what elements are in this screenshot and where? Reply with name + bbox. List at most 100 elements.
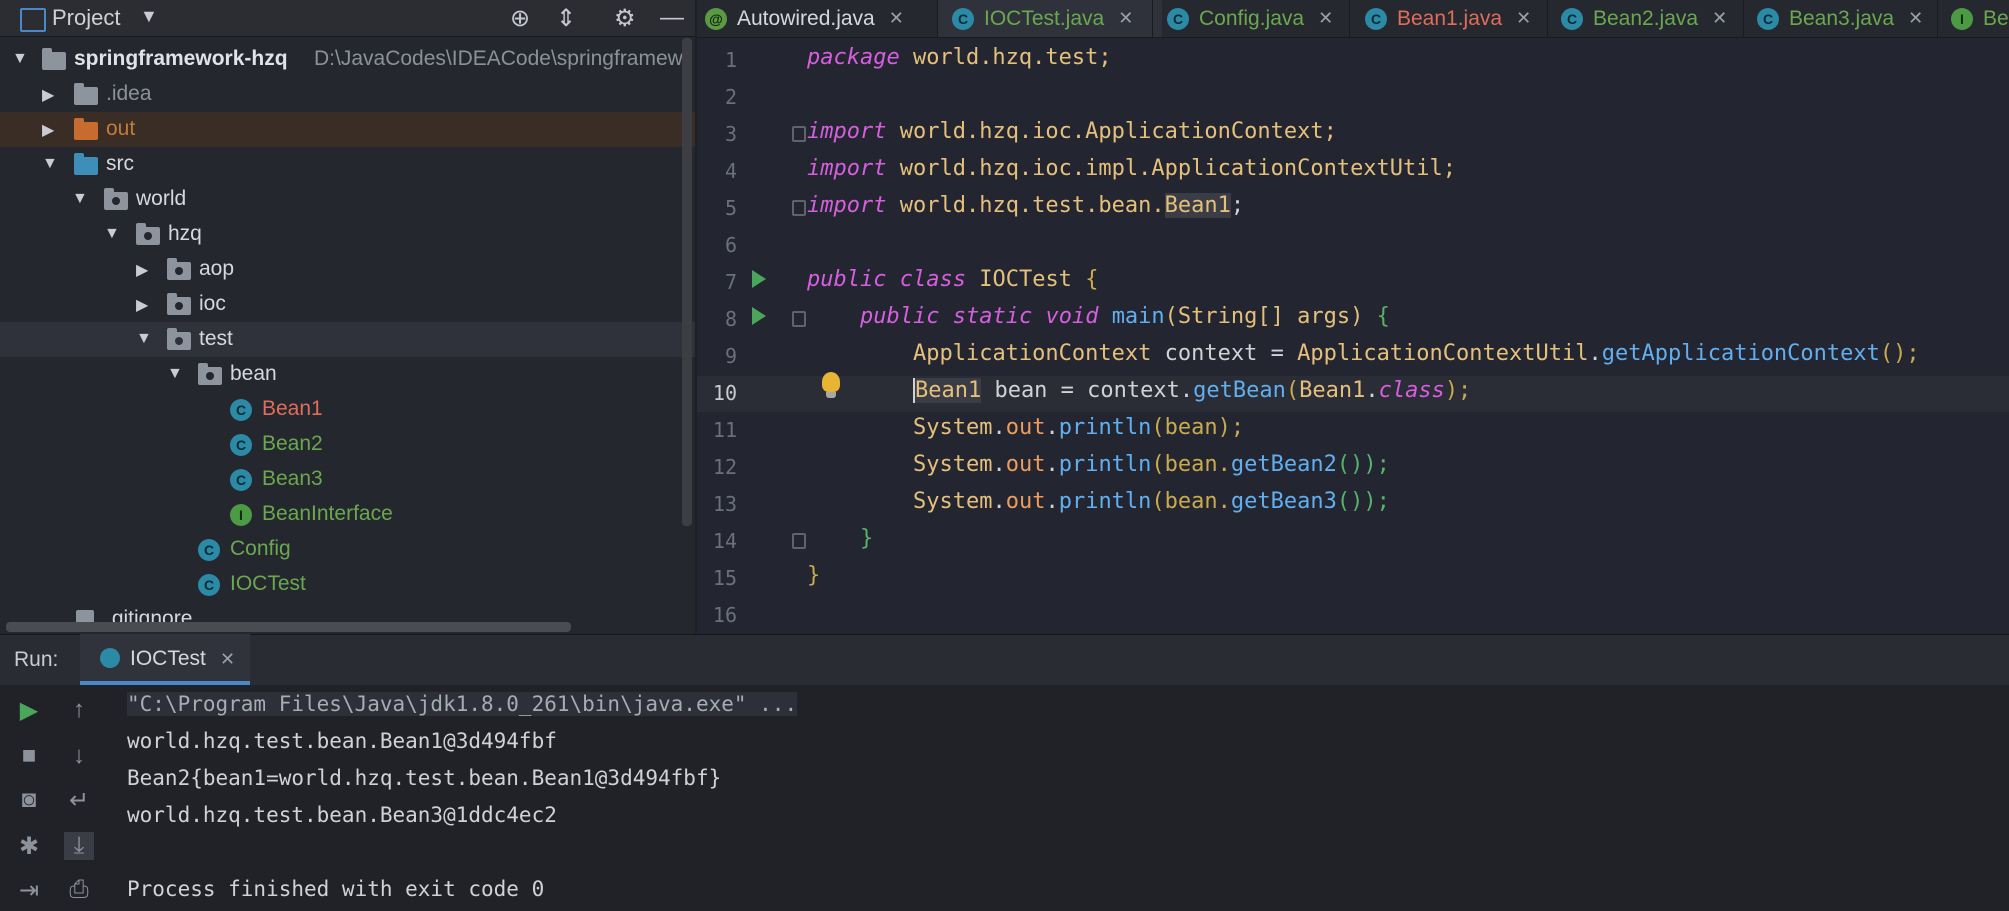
code-line-7[interactable]: public class IOCTest { (807, 267, 1098, 292)
code-line-13[interactable]: System.out.println(bean.getBean3()); (807, 489, 1390, 514)
run-gutter-icon[interactable] (752, 270, 766, 288)
code-line-9[interactable]: ApplicationContext context = Application… (807, 341, 1920, 366)
tab-bean1[interactable]: C Bean1.java ✕ (1365, 0, 1531, 37)
fold-icon[interactable] (792, 311, 806, 327)
code-line-15[interactable]: } (807, 563, 820, 588)
root-name: springframework-hzq (74, 47, 288, 70)
horizontal-scrollbar[interactable] (6, 622, 571, 632)
fold-icon[interactable] (792, 533, 806, 549)
locate-icon[interactable]: ⊕ (510, 4, 530, 33)
run-gutter-icon[interactable] (752, 307, 766, 325)
console-line: Process finished with exit code 0 (127, 877, 545, 901)
tree-root[interactable]: ▼ springframework-hzq D:\JavaCodes\IDEAC… (0, 42, 695, 77)
tab-beaninterface[interactable]: I Be (1951, 0, 2009, 37)
tree-item-hzq[interactable]: ▼ hzq (0, 217, 695, 252)
soft-wrap-icon[interactable]: ↵ (64, 786, 94, 815)
tab-config[interactable]: C Config.java ✕ (1167, 0, 1333, 37)
tab-autowired[interactable]: @ Autowired.java ✕ (705, 0, 904, 37)
class-icon: C (230, 469, 252, 491)
close-icon[interactable]: ✕ (1516, 8, 1531, 29)
scroll-to-end-icon[interactable]: ⤓ (64, 832, 94, 860)
tree-item-world[interactable]: ▼ world (0, 182, 695, 217)
tree-item-config[interactable]: C Config (0, 532, 695, 567)
code-line-10[interactable]: Bean1 bean = context.getBean(Bean1.class… (807, 378, 1471, 403)
tree-label: world (136, 187, 187, 210)
camera-icon[interactable]: ◙ (14, 786, 44, 814)
tab-bean2[interactable]: C Bean2.java ✕ (1561, 0, 1727, 37)
collapsed-arrow-icon[interactable]: ▶ (136, 260, 148, 280)
minimize-icon[interactable]: — (660, 4, 684, 32)
code-line-11[interactable]: System.out.println(bean); (807, 415, 1244, 440)
tree-item-test[interactable]: ▼ test (0, 322, 695, 357)
close-icon[interactable]: ✕ (1712, 8, 1727, 29)
expanded-arrow-icon[interactable]: ▼ (72, 190, 88, 208)
rerun-icon[interactable]: ▶ (14, 696, 44, 725)
chevron-down-icon[interactable]: ▼ (140, 6, 158, 27)
code-line-4[interactable]: import world.hzq.ioc.impl.ApplicationCon… (807, 156, 1456, 181)
close-icon[interactable]: ✕ (220, 649, 235, 670)
code-line-12[interactable]: System.out.println(bean.getBean2()); (807, 452, 1390, 477)
tab-bean3[interactable]: C Bean3.java ✕ (1757, 0, 1923, 37)
console-line: world.hzq.test.bean.Bean3@1ddc4ec2 (127, 803, 557, 827)
collapse-all-icon[interactable]: ⇕ (556, 4, 576, 33)
tree-item-idea[interactable]: ▶ .idea (0, 77, 695, 112)
close-icon[interactable]: ✕ (889, 8, 904, 29)
fold-icon[interactable] (792, 200, 806, 216)
tree-item-aop[interactable]: ▶ aop (0, 252, 695, 287)
tree-item-bean2[interactable]: C Bean2 (0, 427, 695, 462)
annotation-icon: @ (705, 7, 727, 30)
tab-label: Bean2.java (1593, 6, 1699, 30)
code-line-1[interactable]: package world.hzq.test; (807, 45, 1112, 70)
line-number: 4 (724, 159, 737, 183)
vertical-scrollbar[interactable] (682, 38, 692, 526)
tree-item-bean[interactable]: ▼ bean (0, 357, 695, 392)
tree-item-bean3[interactable]: C Bean3 (0, 462, 695, 497)
down-arrow-icon[interactable]: ↓ (64, 742, 94, 770)
exit-icon[interactable]: ⇥ (14, 876, 44, 905)
up-arrow-icon[interactable]: ↑ (64, 696, 94, 724)
expanded-arrow-icon[interactable]: ▼ (12, 50, 28, 68)
tree-item-ioctest[interactable]: C IOCTest (0, 567, 695, 602)
tree-item-beaninterface[interactable]: I BeanInterface (0, 497, 695, 532)
tree-item-ioc[interactable]: ▶ ioc (0, 287, 695, 322)
code-line-3[interactable]: import world.hzq.ioc.ApplicationContext; (807, 119, 1337, 144)
tab-label: IOCTest.java (984, 6, 1105, 30)
project-header: Project ▼ ⊕ ⇕ ⚙ — (0, 0, 695, 37)
run-tab-ioctest[interactable]: IOCTest ✕ (80, 634, 250, 685)
class-icon (100, 648, 120, 668)
expanded-arrow-icon[interactable]: ▼ (167, 365, 183, 383)
settings-icon[interactable]: ✱ (14, 832, 44, 861)
collapsed-arrow-icon[interactable]: ▶ (42, 85, 54, 105)
tree-label: ioc (199, 292, 226, 315)
tree-item-src[interactable]: ▼ src (0, 147, 695, 182)
line-number: 15 (712, 566, 737, 590)
project-view-icon[interactable] (20, 8, 46, 32)
close-icon[interactable]: ✕ (1318, 8, 1333, 29)
close-icon[interactable]: ✕ (1118, 8, 1133, 29)
collapsed-arrow-icon[interactable]: ▶ (42, 120, 54, 140)
expanded-arrow-icon[interactable]: ▼ (136, 330, 152, 348)
print-icon[interactable]: ⎙ (64, 876, 94, 904)
project-title[interactable]: Project (52, 5, 120, 31)
line-number: 12 (712, 455, 737, 479)
package-icon (167, 328, 191, 350)
line-number: 2 (724, 85, 737, 109)
gear-icon[interactable]: ⚙ (614, 4, 636, 33)
code-line-14[interactable]: } (807, 526, 873, 551)
close-icon[interactable]: ✕ (1908, 8, 1923, 29)
code-line-5[interactable]: import world.hzq.test.bean.Bean1; (807, 193, 1244, 218)
tree-item-out[interactable]: ▶ out (0, 112, 695, 147)
tree-label: src (106, 152, 134, 175)
fold-icon[interactable] (792, 126, 806, 142)
code-line-8[interactable]: public static void main(String[] args) { (807, 304, 1390, 329)
tree-label: Bean1 (262, 397, 323, 420)
line-number: 3 (724, 122, 737, 146)
stop-icon[interactable]: ■ (14, 742, 44, 770)
tree-item-bean1[interactable]: C Bean1 (0, 392, 695, 427)
tab-ioctest[interactable]: C IOCTest.java ✕ (938, 0, 1162, 37)
expanded-arrow-icon[interactable]: ▼ (104, 225, 120, 243)
tree-label: out (106, 117, 136, 140)
package-icon (167, 293, 191, 315)
expanded-arrow-icon[interactable]: ▼ (42, 155, 58, 173)
collapsed-arrow-icon[interactable]: ▶ (136, 295, 148, 315)
